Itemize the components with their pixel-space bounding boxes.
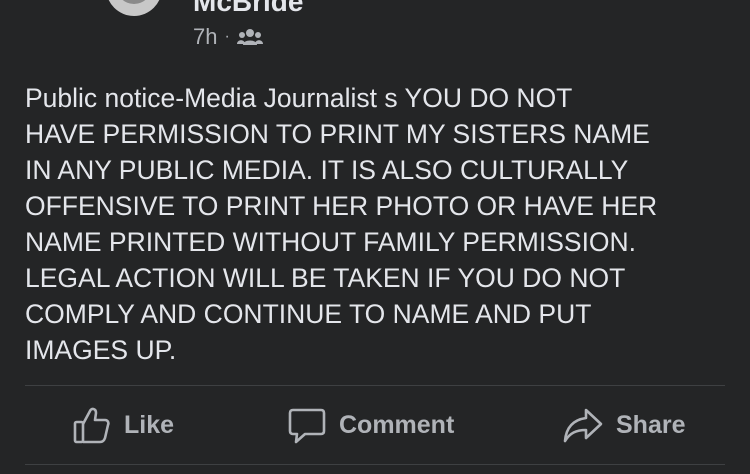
timestamp[interactable]: 7h — [193, 24, 217, 50]
post-text: Public notice-Media Journalist s YOU DO … — [25, 83, 658, 365]
thumbs-up-icon — [72, 405, 112, 445]
post-card: McBride 7h · Public notice-Media Journal… — [0, 0, 750, 474]
like-label: Like — [124, 410, 175, 439]
friends-icon[interactable] — [236, 27, 263, 47]
post-meta: 7h · — [193, 24, 263, 50]
author-name[interactable]: McBride — [193, 0, 303, 18]
comment-icon — [287, 405, 327, 445]
comment-label: Comment — [339, 410, 455, 439]
like-button[interactable]: Like — [72, 386, 174, 464]
share-icon — [562, 405, 604, 445]
share-button[interactable]: Share — [562, 386, 685, 464]
post-actions: Like Comment Share — [0, 386, 750, 464]
divider — [25, 464, 725, 465]
comment-button[interactable]: Comment — [287, 386, 454, 464]
meta-separator: · — [224, 28, 230, 45]
avatar[interactable] — [106, 0, 162, 16]
share-label: Share — [616, 410, 686, 439]
